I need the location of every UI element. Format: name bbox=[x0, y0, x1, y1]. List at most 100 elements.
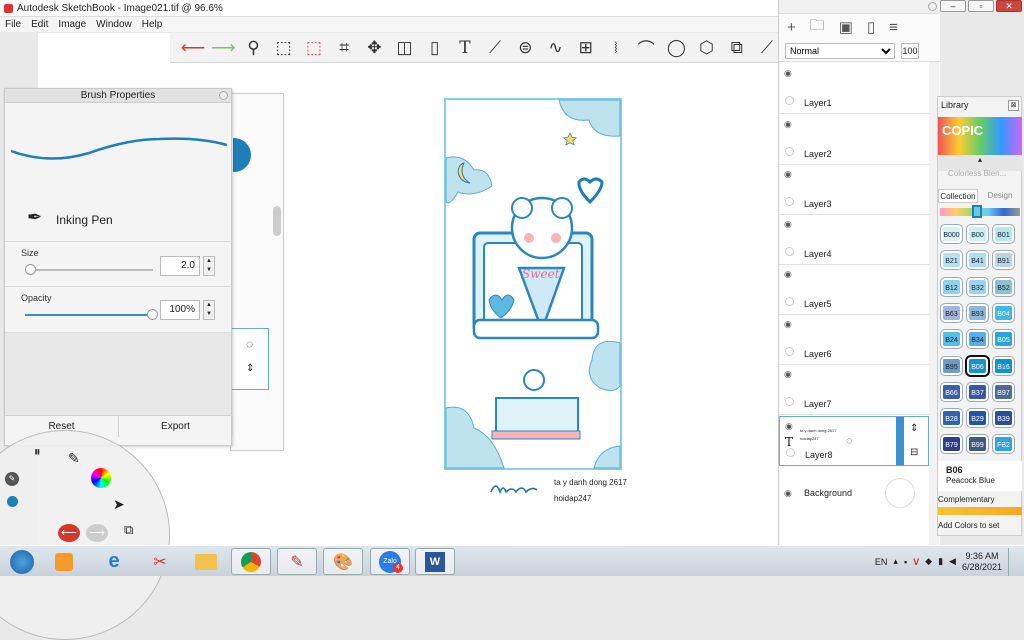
menu-edit[interactable]: Edit bbox=[31, 19, 48, 30]
eye-icon[interactable]: ◉ bbox=[784, 488, 792, 499]
size-slider-knob[interactable] bbox=[25, 264, 36, 275]
blend-mode-select[interactable]: Normal bbox=[785, 42, 895, 59]
add-layer-icon[interactable]: + bbox=[787, 19, 796, 36]
layer-radio[interactable] bbox=[785, 147, 794, 156]
crop-icon[interactable]: ⌗ bbox=[331, 35, 357, 61]
layer-item[interactable]: ◉ Layer2 bbox=[779, 115, 929, 165]
add-colors-link[interactable]: Add Colors to set bbox=[938, 521, 999, 530]
shape-icon[interactable]: ⬡ bbox=[693, 35, 719, 61]
language-indicator[interactable]: EN bbox=[875, 557, 888, 567]
brush-panel-header[interactable]: Brush Properties bbox=[5, 89, 231, 103]
layer-radio[interactable] bbox=[785, 247, 794, 256]
brush-tool-icon[interactable]: ✎ bbox=[68, 450, 80, 467]
swatch-b97[interactable]: B97 bbox=[993, 382, 1014, 401]
perspective-icon[interactable]: ⊞ bbox=[573, 35, 599, 61]
copy-icon[interactable]: ⧉ bbox=[724, 35, 750, 61]
undo-icon[interactable]: ⟵ bbox=[180, 35, 206, 61]
lock-icon[interactable]: ⊟ bbox=[910, 447, 918, 458]
tray-v-icon[interactable]: V bbox=[913, 557, 919, 567]
eye-icon[interactable]: ◉ bbox=[784, 219, 792, 230]
distort-icon[interactable]: ◫ bbox=[391, 35, 417, 61]
clock[interactable]: 9:36 AM 6/28/2021 bbox=[962, 551, 1002, 573]
folder-icon[interactable]: 🗀 bbox=[810, 15, 825, 40]
close-icon[interactable] bbox=[219, 91, 228, 100]
opacity-slider-knob[interactable] bbox=[147, 309, 158, 320]
maximize-button[interactable]: ▫ bbox=[968, 0, 994, 12]
menu-icon[interactable]: ≡ bbox=[889, 19, 898, 36]
swatch-b04[interactable]: B04 bbox=[993, 303, 1014, 322]
close-button[interactable]: ✕ bbox=[996, 0, 1022, 12]
swatch-b06[interactable]: B06 bbox=[967, 356, 988, 375]
french-curve-icon[interactable]: ∿ bbox=[542, 35, 568, 61]
eye-icon[interactable]: ◉ bbox=[784, 68, 792, 79]
eye-icon[interactable]: ◉ bbox=[784, 269, 792, 280]
layer-radio[interactable] bbox=[785, 297, 794, 306]
eye-icon[interactable]: ◉ bbox=[785, 421, 793, 432]
swatch-b12[interactable]: B12 bbox=[941, 277, 962, 296]
pause-icon[interactable]: ⏸ bbox=[34, 444, 41, 460]
chrome-icon[interactable] bbox=[231, 548, 271, 575]
swatch-b39[interactable]: B39 bbox=[993, 409, 1014, 428]
layer-radio[interactable] bbox=[785, 397, 794, 406]
eye-icon[interactable]: ◉ bbox=[784, 319, 792, 330]
tray-shield-icon[interactable]: ◆ bbox=[925, 556, 932, 567]
rect-select-icon[interactable]: ⬚ bbox=[271, 35, 297, 61]
swatch-b16[interactable]: B16 bbox=[993, 356, 1014, 375]
network-icon[interactable]: ▮ bbox=[938, 556, 943, 567]
layer-item[interactable]: ◉ Layer3 bbox=[779, 165, 929, 215]
eye-icon[interactable]: ◉ bbox=[784, 119, 792, 130]
layer-item-selected[interactable]: ◉ T ta y danh dong 2617 hoidap247 ◌ ⇕ ⊟ … bbox=[779, 416, 929, 466]
ie-icon[interactable]: e bbox=[94, 548, 134, 575]
swatch-b93[interactable]: B93 bbox=[967, 303, 988, 322]
swatch-b00[interactable]: B00 bbox=[967, 225, 988, 243]
swatch-b32[interactable]: B32 bbox=[967, 277, 988, 296]
circle-icon[interactable]: ◯ bbox=[663, 35, 689, 61]
swatch-b91[interactable]: B91 bbox=[993, 251, 1014, 270]
opacity-value-field[interactable]: 100% bbox=[160, 300, 200, 320]
tray-app-icon[interactable]: ▪ bbox=[904, 557, 907, 567]
layer-opacity-field[interactable]: 100 bbox=[901, 42, 919, 59]
close-icon[interactable]: ⊠ bbox=[1008, 100, 1019, 111]
complementary-bar[interactable] bbox=[938, 507, 1022, 515]
swatch-b95[interactable]: B95 bbox=[941, 356, 962, 375]
layer-item-background[interactable]: ◉ Background bbox=[779, 468, 929, 518]
image-icon[interactable]: ▣ bbox=[839, 18, 853, 36]
stroke-icon[interactable]: ⌒ bbox=[633, 35, 659, 61]
swatch-b99[interactable]: B99 bbox=[967, 435, 988, 454]
export-button[interactable]: Export bbox=[119, 416, 233, 437]
close-icon[interactable] bbox=[928, 2, 937, 11]
opacity-slider-track[interactable] bbox=[25, 314, 153, 316]
move-icon[interactable]: ⇕ bbox=[246, 363, 254, 374]
text-icon[interactable]: T bbox=[452, 35, 478, 61]
layer-item[interactable]: ◉ Layer6 bbox=[779, 315, 929, 365]
eye-icon[interactable]: ◉ bbox=[784, 369, 792, 380]
fill-icon[interactable]: ▯ bbox=[422, 35, 448, 61]
paint-icon[interactable]: 🎨 bbox=[323, 548, 363, 575]
swatch-b41[interactable]: B41 bbox=[967, 251, 988, 270]
layer-item[interactable]: ◉ Layer1 bbox=[779, 64, 929, 114]
swatch-b79[interactable]: B79 bbox=[941, 435, 962, 454]
transform-icon[interactable]: ✥ bbox=[361, 35, 387, 61]
puck-undo-icon[interactable]: ⟵ bbox=[58, 524, 80, 542]
volume-icon[interactable]: ◀ bbox=[949, 556, 956, 567]
layers-toggle-icon[interactable]: ⧉ bbox=[124, 522, 133, 538]
family-selector[interactable] bbox=[972, 205, 982, 218]
swatch-b05[interactable]: B05 bbox=[993, 330, 1014, 349]
snip-icon[interactable]: ✂ bbox=[140, 548, 180, 575]
swatch-b000[interactable]: B000 bbox=[941, 225, 962, 243]
size-stepper[interactable]: ▲ ▼ bbox=[203, 256, 215, 276]
zoom-icon[interactable]: ⚲ bbox=[240, 35, 266, 61]
explorer-icon[interactable] bbox=[186, 548, 226, 575]
opacity-stepper[interactable]: ▲ ▼ bbox=[203, 300, 215, 320]
menu-help[interactable]: Help bbox=[142, 19, 163, 30]
swatch-b37[interactable]: B37 bbox=[967, 382, 988, 401]
swatch-b01[interactable]: B01 bbox=[993, 225, 1014, 243]
show-desktop-button[interactable] bbox=[1008, 547, 1018, 576]
start-icon[interactable] bbox=[2, 548, 42, 575]
background-color-swatch[interactable] bbox=[885, 478, 915, 508]
eye-icon[interactable]: ◉ bbox=[784, 169, 792, 180]
lasso-select-icon[interactable]: ⬚ bbox=[301, 35, 327, 61]
size-slider-track[interactable] bbox=[25, 269, 153, 271]
tab-collection[interactable]: Collection bbox=[938, 189, 978, 203]
tray-expand-icon[interactable]: ▴ bbox=[893, 556, 898, 567]
